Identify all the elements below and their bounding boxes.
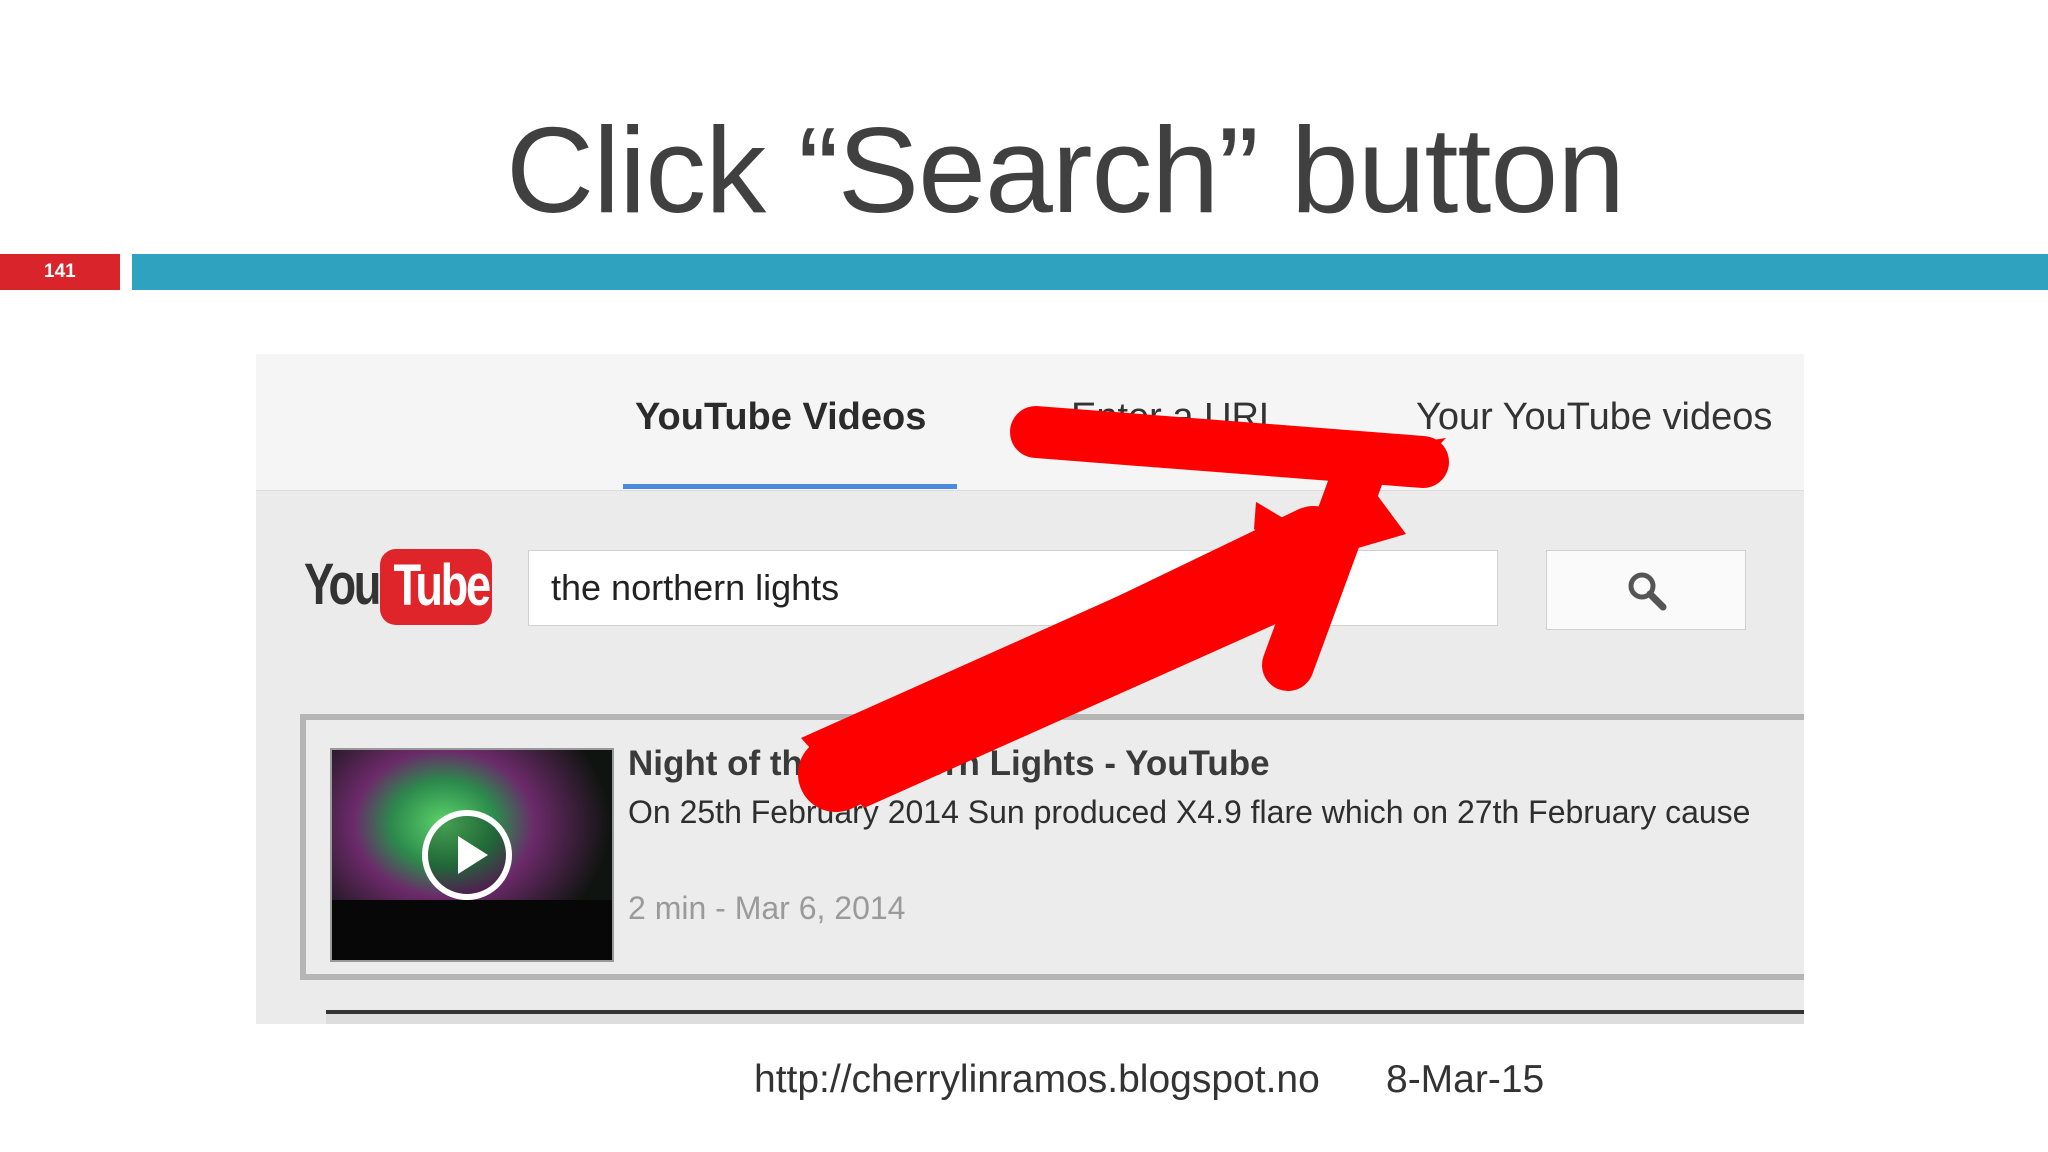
footer-date: 8-Mar-15 bbox=[1386, 1058, 1545, 1101]
accent-bar bbox=[132, 254, 2048, 290]
screenshot-panel: YouTube Videos Enter a URL Your YouTube … bbox=[256, 354, 1804, 1024]
slide-title: Click “Search” button bbox=[505, 102, 1625, 238]
footer-url[interactable]: http://cherrylinramos.blogspot.no bbox=[754, 1058, 1320, 1102]
slide-number: 141 bbox=[0, 254, 120, 290]
red-arrow-icon bbox=[798, 406, 1449, 812]
